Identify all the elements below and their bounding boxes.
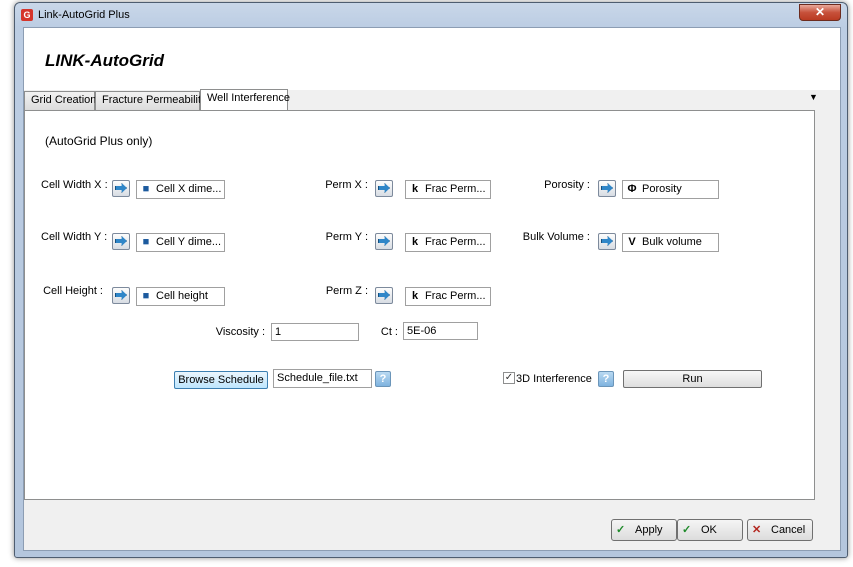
arrow-right-icon <box>378 236 390 246</box>
perm-y-value: Frac Perm... <box>425 236 486 248</box>
porosity-property[interactable]: Φ Porosity <box>622 180 719 199</box>
perm-x-select-button[interactable] <box>375 180 393 197</box>
cell-height-value: Cell height <box>156 290 208 302</box>
permeability-icon: k <box>411 183 419 195</box>
cell-height-select-button[interactable] <box>112 287 130 304</box>
perm-y-label: Perm Y : <box>325 231 368 243</box>
well-interference-panel: (AutoGrid Plus only) Cell Width X : ■ Cel… <box>24 110 815 500</box>
apply-button[interactable]: ✓ Apply <box>611 519 677 541</box>
arrow-right-icon <box>115 236 127 246</box>
cell-width-x-label: Cell Width X : <box>41 179 108 191</box>
window-title: Link-AutoGrid Plus <box>38 9 130 21</box>
cancel-button[interactable]: ✕ Cancel <box>747 519 813 541</box>
cell-width-x-value: Cell X dime... <box>156 183 222 195</box>
app-logo-icon: G <box>21 9 33 21</box>
browse-schedule-button[interactable]: Browse Schedule <box>174 371 268 389</box>
perm-y-select-button[interactable] <box>375 233 393 250</box>
ct-label: Ct : <box>380 326 398 338</box>
bulk-volume-select-button[interactable] <box>598 233 616 250</box>
cell-height-property[interactable]: ■ Cell height <box>136 287 225 306</box>
apply-label: Apply <box>635 524 663 536</box>
bulk-volume-value: Bulk volume <box>642 236 702 248</box>
tab-grid-creation[interactable]: Grid Creation <box>24 91 96 110</box>
permeability-icon: k <box>411 236 419 248</box>
3d-interference-checkbox[interactable]: ✓ <box>503 372 515 384</box>
arrow-right-icon <box>601 236 613 246</box>
viscosity-label: Viscosity : <box>215 326 265 338</box>
title-bar: G Link-AutoGrid Plus ✕ <box>15 3 847 27</box>
cell-width-x-property[interactable]: ■ Cell X dime... <box>136 180 225 199</box>
cancel-label: Cancel <box>771 524 806 536</box>
cell-height-label: Cell Height : <box>43 285 103 297</box>
porosity-value: Porosity <box>642 183 682 195</box>
perm-z-select-button[interactable] <box>375 287 393 304</box>
arrow-right-icon <box>115 290 127 300</box>
phi-icon: Φ <box>627 183 637 195</box>
ok-label: OK <box>701 524 717 536</box>
perm-z-property[interactable]: k Frac Perm... <box>405 287 491 306</box>
cross-icon: ✕ <box>752 524 762 536</box>
tab-well-interference[interactable]: Well Interference <box>200 89 290 110</box>
porosity-select-button[interactable] <box>598 180 616 197</box>
arrow-right-icon <box>115 183 127 193</box>
cell-width-y-property[interactable]: ■ Cell Y dime... <box>136 233 225 252</box>
tab-fracture-permeability[interactable]: Fracture Permeability <box>95 91 207 110</box>
panel-note: (AutoGrid Plus only) <box>45 134 153 148</box>
ok-button[interactable]: ✓ OK <box>677 519 743 541</box>
perm-z-label: Perm Z : <box>325 285 368 297</box>
perm-x-property[interactable]: k Frac Perm... <box>405 180 491 199</box>
bulk-volume-property[interactable]: V Bulk volume <box>622 233 719 252</box>
cube-icon: ■ <box>142 290 150 302</box>
tab-overflow-dropdown-icon[interactable]: ▼ <box>809 92 818 102</box>
3d-interference-label: 3D Interference <box>516 373 592 385</box>
cell-width-y-select-button[interactable] <box>112 233 130 250</box>
interference-help-icon[interactable]: ? <box>598 371 614 387</box>
cell-width-y-label: Cell Width Y : <box>41 231 108 243</box>
perm-z-value: Frac Perm... <box>425 290 486 302</box>
cube-icon: ■ <box>142 236 150 248</box>
header-band: LINK-AutoGrid <box>24 28 840 90</box>
run-button[interactable]: Run <box>623 370 762 388</box>
viscosity-input[interactable]: 1 <box>271 323 359 341</box>
arrow-right-icon <box>601 183 613 193</box>
dialog-body: LINK-AutoGrid Grid Creation Fracture Per… <box>23 27 841 551</box>
arrow-right-icon <box>378 183 390 193</box>
perm-x-label: Perm X : <box>325 179 368 191</box>
app-window: G Link-AutoGrid Plus ✕ LINK-AutoGrid Gri… <box>14 2 848 558</box>
bulk-volume-label: Bulk Volume : <box>522 231 590 243</box>
checkmark-icon: ✓ <box>616 524 626 536</box>
perm-x-value: Frac Perm... <box>425 183 486 195</box>
perm-y-property[interactable]: k Frac Perm... <box>405 233 491 252</box>
cell-width-y-value: Cell Y dime... <box>156 236 222 248</box>
porosity-label: Porosity : <box>544 179 590 191</box>
permeability-icon: k <box>411 290 419 302</box>
app-heading: LINK-AutoGrid <box>45 51 164 70</box>
cube-icon: ■ <box>142 183 150 195</box>
bulk-volume-icon: V <box>628 236 636 248</box>
arrow-right-icon <box>378 290 390 300</box>
schedule-file-input[interactable]: Schedule_file.txt <box>273 369 372 388</box>
cell-width-x-select-button[interactable] <box>112 180 130 197</box>
close-window-button[interactable]: ✕ <box>799 4 841 21</box>
checkmark-icon: ✓ <box>682 524 692 536</box>
ct-input[interactable]: 5E-06 <box>403 322 478 340</box>
schedule-help-icon[interactable]: ? <box>375 371 391 387</box>
